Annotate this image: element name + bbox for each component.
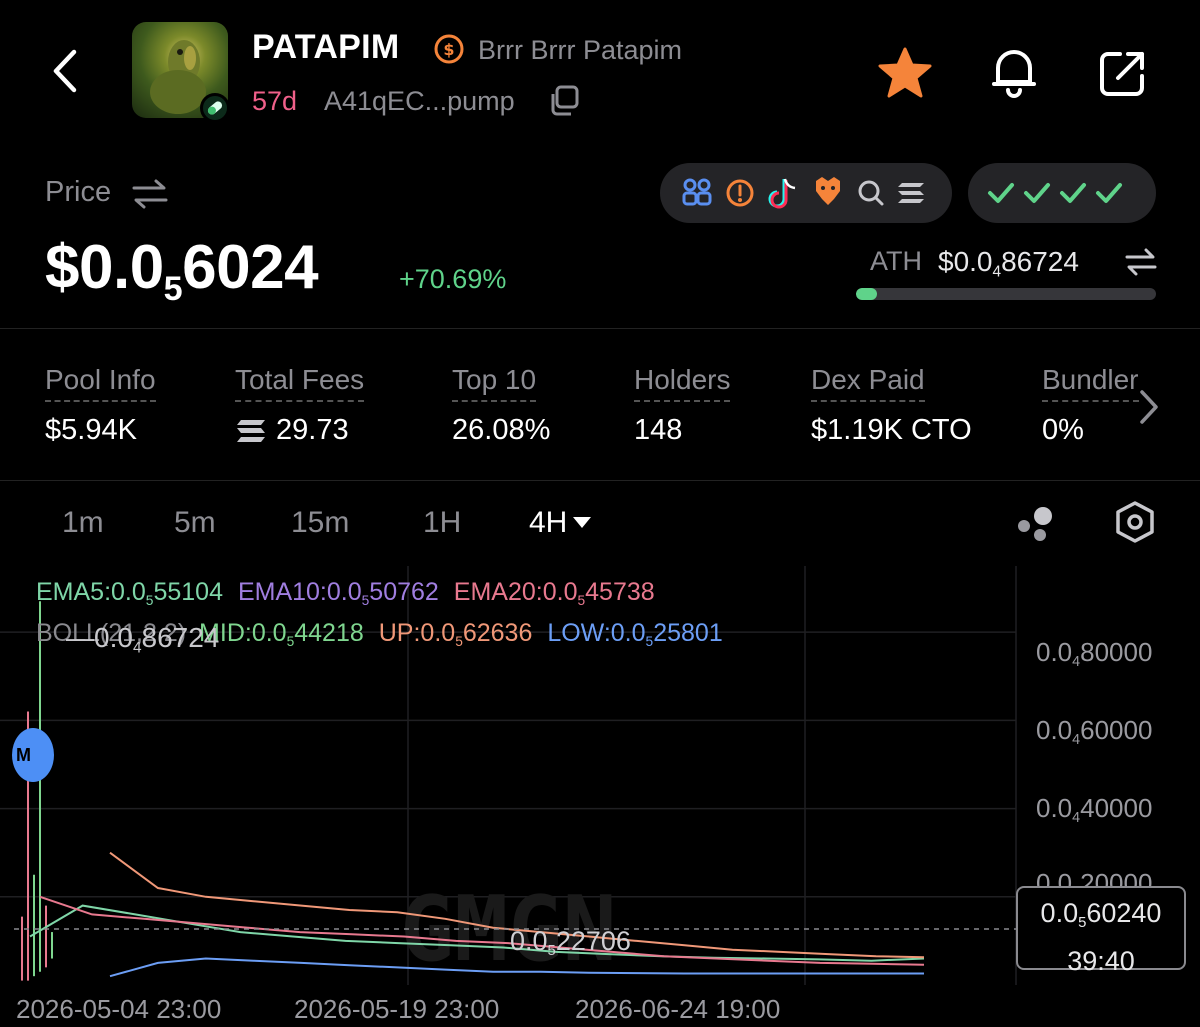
- swap-icon[interactable]: [1124, 246, 1158, 278]
- chart-low-label: 0.0522706: [510, 926, 631, 960]
- solana-icon[interactable]: [898, 183, 924, 203]
- x-tick-label: 2026-05-04 23:00: [16, 994, 222, 1024]
- token-ticker: PATAPIM: [252, 28, 400, 66]
- search-icon[interactable]: [858, 180, 884, 206]
- x-tick-label: 2026-06-24 19:00: [575, 994, 781, 1024]
- stat-label-top-10[interactable]: Top 10: [452, 364, 537, 402]
- check-icon: [1060, 183, 1086, 203]
- ema5-legend: EMA5:0.0555104: [36, 578, 223, 608]
- ath-progress-bar: [856, 288, 1156, 300]
- tab-5m[interactable]: 5m: [174, 506, 216, 540]
- security-checks[interactable]: [968, 163, 1156, 223]
- ath-value: $0.0486724: [938, 246, 1079, 281]
- ema-legend: EMA5:0.0555104 EMA10:0.0550762 EMA20:0.0…: [36, 578, 655, 608]
- copy-icon[interactable]: [546, 84, 582, 118]
- candle-countdown: 39:40: [1067, 946, 1135, 977]
- stat-value-total-fees: 29.73: [276, 414, 349, 446]
- caret-down-icon: [573, 517, 592, 528]
- divider: [0, 480, 1200, 481]
- chart-high-label: —0.0486724: [66, 622, 220, 657]
- current-price-tag: 0.0560240 39:40: [1016, 886, 1186, 976]
- dollar-coin-icon: $: [433, 33, 465, 65]
- token-name: Brrr Brrr Patapim: [478, 35, 683, 65]
- pill-badge-icon: [200, 93, 230, 123]
- tiktok-icon[interactable]: [768, 178, 796, 209]
- boll-mid-legend: MID:0.0544218: [199, 619, 364, 649]
- current-price: $0.056024: [45, 233, 319, 308]
- people-icon[interactable]: [682, 178, 712, 206]
- back-button[interactable]: [44, 46, 88, 96]
- current-price-value: 0.0560240: [1040, 898, 1162, 932]
- y-tick-label: 0.0440000: [1036, 793, 1153, 826]
- chevron-left-icon: [53, 49, 77, 93]
- share-icon[interactable]: [1096, 46, 1150, 100]
- stat-label-dex-paid[interactable]: Dex Paid: [811, 364, 925, 402]
- divider: [0, 328, 1200, 329]
- stat-label-bundler[interactable]: Bundler: [1042, 364, 1139, 402]
- indicators-icon[interactable]: [1016, 504, 1056, 542]
- contract-address[interactable]: A41qEC...pump: [324, 86, 515, 117]
- stat-label-total-fees[interactable]: Total Fees: [235, 364, 365, 402]
- check-icon: [1024, 183, 1050, 203]
- boll-low-legend: LOW:0.0525801: [547, 619, 723, 649]
- gear-icon[interactable]: [1114, 500, 1156, 544]
- x-tick-label: 2026-05-19 23:00: [294, 994, 500, 1024]
- boll-up-legend: UP:0.0562636: [378, 619, 533, 649]
- social-links: [660, 163, 952, 223]
- tab-1h[interactable]: 1H: [423, 506, 461, 540]
- stat-value-dex-paid: $1.19K CTO: [811, 414, 972, 446]
- y-tick-label: 0.0460000: [1036, 715, 1153, 748]
- ath-label: ATH: [870, 246, 922, 276]
- stat-value-bundler: 0%: [1042, 414, 1084, 446]
- ath-progress-fill: [856, 288, 877, 300]
- check-icon: [1096, 183, 1122, 203]
- y-tick-label: 0.0480000: [1036, 637, 1153, 670]
- svg-text:$: $: [443, 40, 454, 59]
- stat-value-holders: 148: [634, 414, 683, 446]
- solana-icon: [235, 418, 267, 444]
- bell-icon[interactable]: [988, 44, 1040, 100]
- favorite-star-icon[interactable]: [876, 45, 934, 101]
- stat-label-pool-info[interactable]: Pool Info: [45, 364, 156, 402]
- token-age: 57d: [252, 86, 298, 116]
- tab-4h[interactable]: 4H: [529, 506, 592, 540]
- chevron-right-icon[interactable]: [1134, 388, 1164, 426]
- tab-15m[interactable]: 15m: [291, 506, 349, 540]
- migration-marker[interactable]: M: [12, 728, 54, 782]
- ema20-legend: EMA20:0.0545738: [453, 578, 655, 608]
- ema10-legend: EMA10:0.0550762: [237, 578, 439, 608]
- price-label: Price: [45, 176, 112, 208]
- warning-icon[interactable]: [726, 179, 754, 207]
- stat-label-holders[interactable]: Holders: [634, 364, 731, 402]
- price-change: +70.69%: [399, 264, 507, 294]
- swap-icon[interactable]: [130, 176, 170, 212]
- stat-value-pool-info: $5.94K: [45, 414, 137, 446]
- tab-1m[interactable]: 1m: [62, 506, 104, 540]
- candles: [21, 601, 53, 981]
- eagle-icon[interactable]: [816, 177, 840, 205]
- stat-value-top-10: 26.08%: [452, 414, 551, 446]
- check-icon: [988, 183, 1014, 203]
